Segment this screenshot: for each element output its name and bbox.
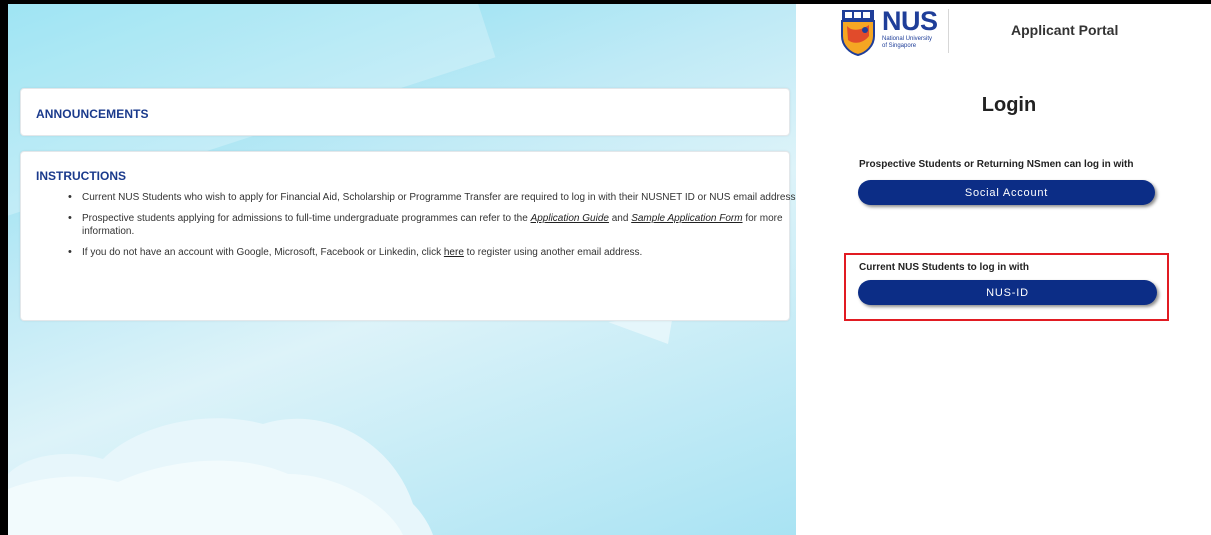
instructions-list: Current NUS Students who wish to apply f… bbox=[36, 191, 796, 267]
nus-crest-icon bbox=[841, 10, 875, 56]
register-here-link[interactable]: here bbox=[444, 247, 464, 258]
instruction-text: and bbox=[608, 213, 632, 224]
instructions-heading: INSTRUCTIONS bbox=[36, 169, 126, 183]
instruction-item: Prospective students applying for admiss… bbox=[68, 212, 796, 238]
login-heading: Login bbox=[981, 94, 1037, 116]
instruction-text: to register using another email address. bbox=[463, 247, 643, 258]
instructions-card: INSTRUCTIONS Current NUS Students who wi… bbox=[20, 151, 796, 321]
instruction-text: Prospective students applying for admiss… bbox=[82, 213, 531, 224]
header-divider bbox=[948, 9, 949, 53]
announcements-card: ANNOUNCEMENTS bbox=[20, 88, 790, 136]
instruction-item: If you do not have an account with Googl… bbox=[68, 246, 796, 259]
login-panel: NUS National University of Singapore App… bbox=[796, 4, 1211, 535]
sample-application-form-link[interactable]: Sample Application Form bbox=[631, 213, 742, 224]
portal-title: Applicant Portal bbox=[1011, 22, 1119, 38]
logo-subtitle-line: of Singapore bbox=[882, 43, 917, 49]
announcements-heading: ANNOUNCEMENTS bbox=[36, 107, 149, 121]
logo-subtitle: National University of Singapore bbox=[882, 36, 932, 50]
application-guide-link[interactable]: Application Guide bbox=[531, 213, 609, 224]
background-panel: ANNOUNCEMENTS INSTRUCTIONS Current NUS S… bbox=[8, 4, 796, 535]
frame-left-border bbox=[0, 0, 8, 535]
logo-subtitle-line: National University bbox=[882, 36, 933, 42]
nus-id-button[interactable]: NUS-ID bbox=[858, 280, 1157, 305]
instruction-text: Current NUS Students who wish to apply f… bbox=[82, 192, 796, 203]
instruction-text: If you do not have an account with Googl… bbox=[82, 247, 444, 258]
nus-logo[interactable]: NUS National University of Singapore bbox=[840, 6, 950, 60]
prospective-login-prompt: Prospective Students or Returning NSmen … bbox=[859, 159, 1134, 170]
instruction-item: Current NUS Students who wish to apply f… bbox=[68, 191, 796, 204]
current-students-login-prompt: Current NUS Students to log in with bbox=[859, 262, 1029, 273]
logo-wordmark: NUS bbox=[882, 6, 938, 36]
social-account-button[interactable]: Social Account bbox=[858, 180, 1155, 205]
